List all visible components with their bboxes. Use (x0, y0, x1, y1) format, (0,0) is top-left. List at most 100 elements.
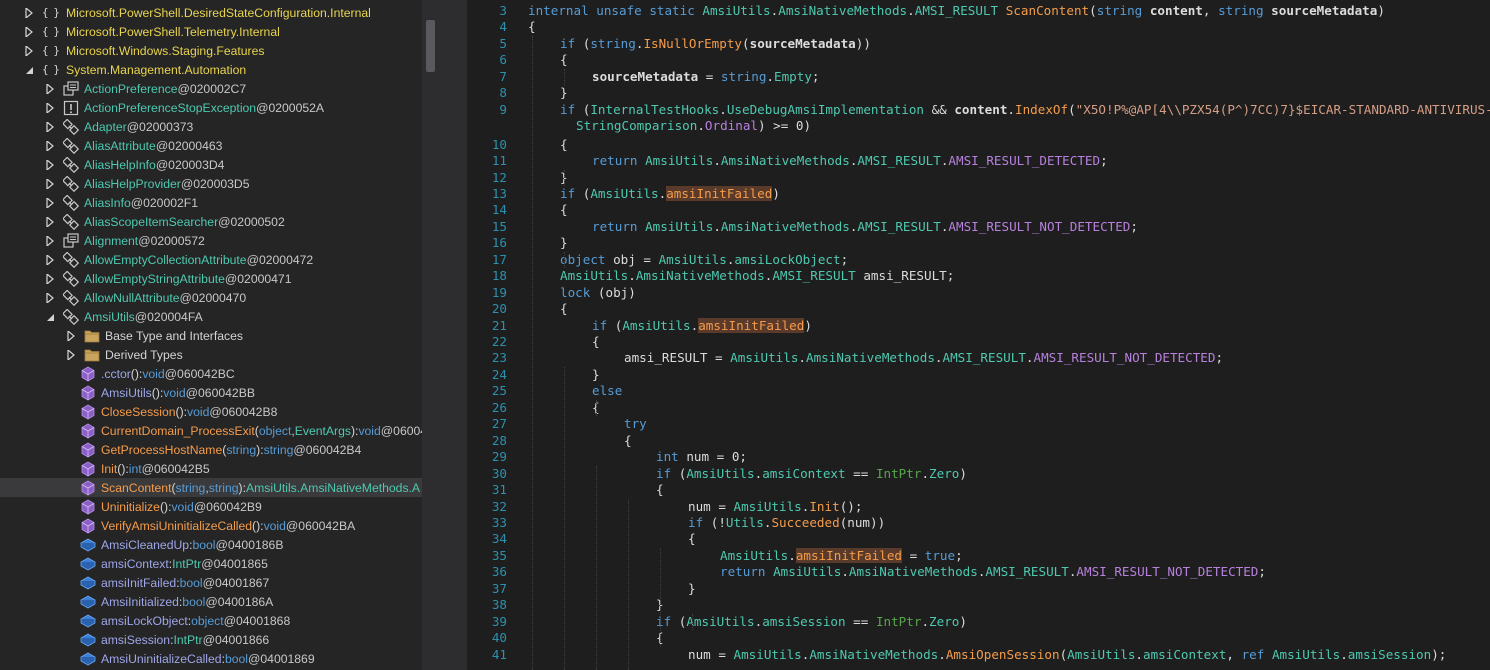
code-line[interactable]: amsi_RESULT = AmsiUtils.AmsiNativeMethod… (624, 350, 1223, 365)
code-line[interactable]: { (560, 202, 568, 217)
type-node[interactable]: Adapter @02000373 (0, 117, 422, 136)
folder-node[interactable]: Derived Types (0, 345, 422, 364)
field-node[interactable]: amsiInitFailed : bool @04001867 (0, 573, 422, 592)
code-line[interactable]: sourceMetadata = string.Empty; (592, 69, 820, 84)
collapse-arrow-icon[interactable] (45, 292, 55, 303)
code-line[interactable]: try (624, 416, 647, 431)
collapse-arrow-icon[interactable] (24, 7, 34, 18)
code-line[interactable]: } (560, 235, 568, 250)
code-line[interactable]: num = AmsiUtils.AmsiNativeMethods.AmsiOp… (688, 647, 1446, 662)
code-line[interactable]: return AmsiUtils.AmsiNativeMethods.AMSI_… (592, 153, 1108, 168)
collapse-arrow-icon[interactable] (45, 140, 55, 151)
code-token: . (934, 350, 943, 366)
code-token: . (1340, 646, 1348, 662)
member-name: Init (101, 461, 118, 476)
type-node[interactable]: AliasScopeItemSearcher @02000502 (0, 212, 422, 231)
code-line[interactable]: if (AmsiUtils.amsiInitFailed) (560, 185, 780, 201)
code-line[interactable]: object obj = AmsiUtils.amsiLockObject; (560, 252, 848, 267)
code-line[interactable]: if (AmsiUtils.amsiInitFailed) (592, 317, 812, 333)
field-node[interactable]: AmsiInitialized : bool @0400186A (0, 592, 422, 611)
field-node[interactable]: AmsiCleanedUp : bool @0400186B (0, 535, 422, 554)
code-line[interactable]: return AmsiUtils.AmsiNativeMethods.AMSI_… (592, 219, 1138, 234)
field-node[interactable]: amsiSession : IntPtr @04001866 (0, 630, 422, 649)
type-node[interactable]: ActionPreferenceStopException @0200052A (0, 98, 422, 117)
collapse-arrow-icon[interactable] (24, 26, 34, 37)
assembly-tree-panel[interactable]: { } Microsoft.PowerShell.DesiredStateConf… (0, 0, 422, 670)
code-line[interactable]: { (560, 301, 568, 316)
namespace-node[interactable]: { } Microsoft.PowerShell.DesiredStateConf… (0, 3, 422, 22)
code-line[interactable]: num = AmsiUtils.Init(); (688, 499, 862, 514)
method-node[interactable]: Uninitialize() : void @060042B9 (0, 497, 422, 516)
field-node[interactable]: amsiLockObject : object @04001868 (0, 611, 422, 630)
collapse-arrow-icon[interactable] (45, 235, 55, 246)
code-line[interactable]: { (592, 334, 600, 349)
code-line[interactable]: if (string.IsNullOrEmpty(sourceMetadata)… (560, 36, 871, 51)
collapse-arrow-icon[interactable] (45, 197, 55, 208)
folder-node[interactable]: Base Type and Interfaces (0, 326, 422, 345)
method-node[interactable]: GetProcessHostName(string) : string @060… (0, 440, 422, 459)
code-line[interactable]: StringComparison.Ordinal) >= 0) (576, 118, 811, 133)
code-line[interactable]: int num = 0; (656, 449, 747, 464)
code-editor[interactable]: 3 4 5 6 7 8 9 10 11 12 13 14 15 16 17 18 19 20 21 22 23 24 25 2… (467, 0, 1490, 670)
type-node[interactable]: AllowNullAttribute @02000470 (0, 288, 422, 307)
code-line[interactable]: AmsiUtils.AmsiNativeMethods.AMSI_RESULT … (560, 268, 954, 283)
namespace-node[interactable]: { } System.Management.Automation (0, 60, 422, 79)
collapse-arrow-icon[interactable] (66, 349, 76, 360)
panel-splitter[interactable] (439, 0, 467, 670)
method-node[interactable]: CurrentDomain_ProcessExit(object, EventA… (0, 421, 422, 440)
code-line[interactable]: if (!Utils.Succeeded(num)) (688, 515, 885, 530)
code-line[interactable]: if (AmsiUtils.amsiSession == IntPtr.Zero… (656, 614, 967, 629)
expand-arrow-icon[interactable] (45, 312, 55, 322)
type-node[interactable]: AmsiUtils @020004FA (0, 307, 422, 326)
class-icon (62, 137, 80, 154)
method-node[interactable]: VerifyAmsiUninitializeCalled() : void @0… (0, 516, 422, 535)
type-node[interactable]: Alignment @02000572 (0, 231, 422, 250)
type-node[interactable]: AliasInfo @020002F1 (0, 193, 422, 212)
tree-scrollbar[interactable] (422, 0, 439, 670)
code-line[interactable]: { (688, 531, 696, 546)
member-name: AmsiUtils (101, 385, 152, 400)
code-line[interactable]: { (560, 52, 568, 67)
type-node[interactable]: AllowEmptyStringAttribute @02000471 (0, 269, 422, 288)
code-line[interactable]: } (688, 581, 696, 596)
code-line[interactable]: { (624, 433, 632, 448)
type-node[interactable]: AliasAttribute @02000463 (0, 136, 422, 155)
namespace-node[interactable]: { } Microsoft.Windows.Staging.Features (0, 41, 422, 60)
code-line[interactable]: internal unsafe static AmsiUtils.AmsiNat… (528, 3, 1385, 18)
collapse-arrow-icon[interactable] (45, 121, 55, 132)
type-node[interactable]: AliasHelpProvider @020003D5 (0, 174, 422, 193)
type-node[interactable]: AllowEmptyCollectionAttribute @02000472 (0, 250, 422, 269)
collapse-arrow-icon[interactable] (45, 178, 55, 189)
collapse-arrow-icon[interactable] (24, 45, 34, 56)
collapse-arrow-icon[interactable] (66, 330, 76, 341)
field-node[interactable]: amsiContext : IntPtr @04001865 (0, 554, 422, 573)
code-line[interactable]: return AmsiUtils.AmsiNativeMethods.AMSI_… (720, 564, 1266, 579)
namespace-node[interactable]: { } Microsoft.PowerShell.Telemetry.Intern… (0, 22, 422, 41)
code-line[interactable]: lock (obj) (560, 285, 636, 300)
collapse-arrow-icon[interactable] (45, 159, 55, 170)
code-line[interactable]: } (560, 85, 568, 100)
field-node[interactable]: AmsiUninitializeCalled : bool @04001869 (0, 649, 422, 668)
method-node[interactable]: Init() : int @060042B5 (0, 459, 422, 478)
collapse-arrow-icon[interactable] (45, 102, 55, 113)
code-line[interactable]: else (592, 383, 622, 398)
method-node[interactable]: .cctor() : void @060042BC (0, 364, 422, 383)
method-node[interactable]: ScanContent(string, string) : AmsiUtils.… (0, 478, 422, 497)
collapse-arrow-icon[interactable] (45, 83, 55, 94)
tree-scrollbar-thumb[interactable] (426, 20, 435, 72)
code-line[interactable]: } (592, 367, 600, 382)
type-node[interactable]: AliasHelpInfo @020003D4 (0, 155, 422, 174)
collapse-arrow-icon[interactable] (45, 273, 55, 284)
code-line[interactable]: AmsiUtils.amsiInitFailed = true; (720, 547, 963, 563)
code-line[interactable]: { (528, 19, 536, 34)
collapse-arrow-icon[interactable] (45, 216, 55, 227)
collapse-arrow-icon[interactable] (45, 254, 55, 265)
code-line[interactable]: { (560, 137, 568, 152)
method-node[interactable]: CloseSession() : void @060042B8 (0, 402, 422, 421)
code-line[interactable]: { (656, 482, 664, 497)
type-node[interactable]: ActionPreference @020002C7 (0, 79, 422, 98)
expand-arrow-icon[interactable] (24, 65, 34, 75)
method-node[interactable]: AmsiUtils() : void @060042BB (0, 383, 422, 402)
code-line[interactable]: if (InternalTestHooks.UseDebugAmsiImplem… (560, 102, 1490, 117)
code-line[interactable]: if (AmsiUtils.amsiContext == IntPtr.Zero… (656, 466, 967, 481)
